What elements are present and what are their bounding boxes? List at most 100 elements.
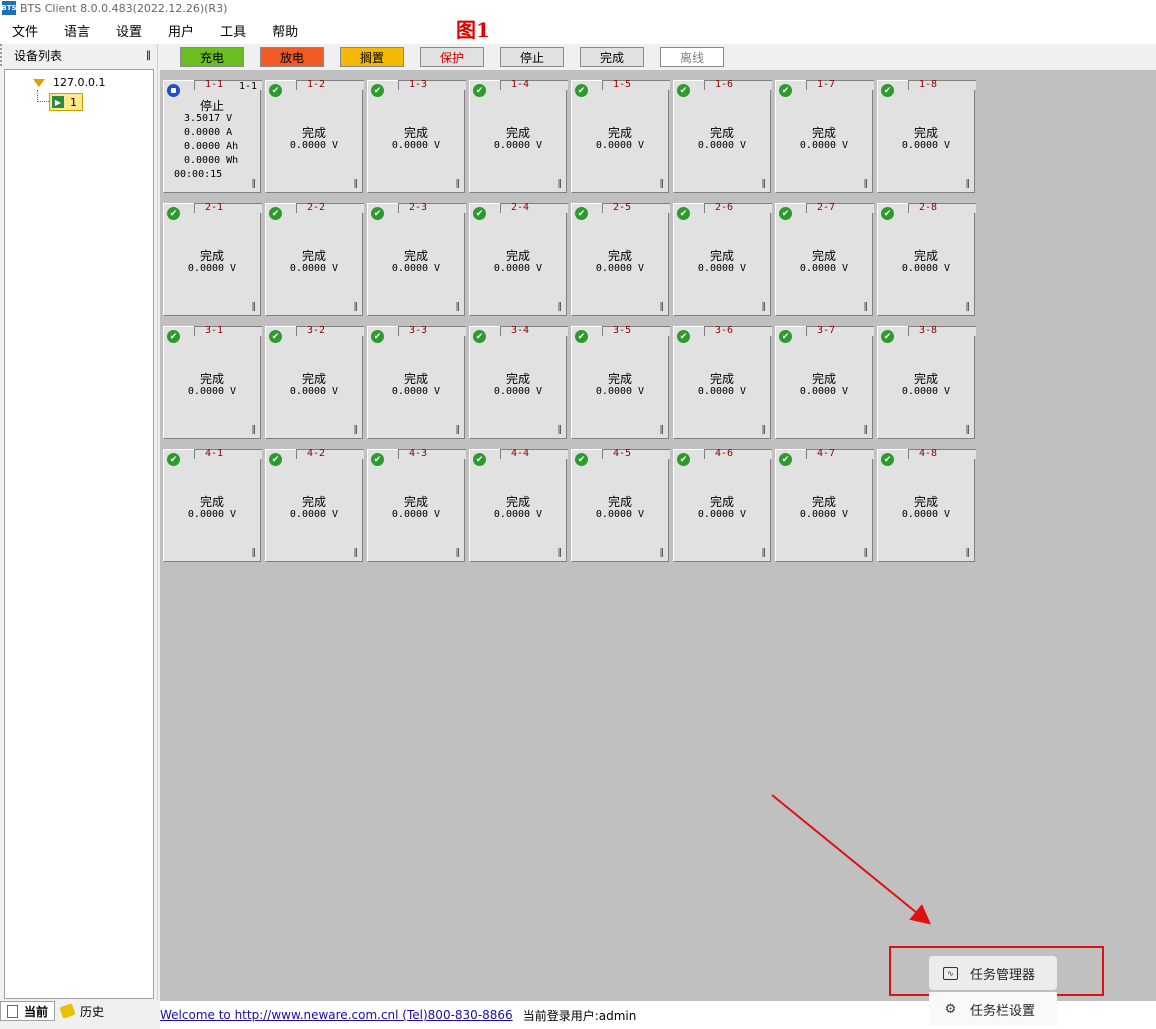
- pin-icon[interactable]: ‖: [864, 548, 869, 558]
- pin-icon[interactable]: ‖: [146, 50, 151, 61]
- menu-settings[interactable]: 设置: [116, 21, 142, 40]
- channel-cell[interactable]: 3-6 ✔ 完成 0.0000 V ‖: [673, 325, 772, 439]
- channel-id: 1-6: [714, 79, 734, 90]
- pin-icon[interactable]: ‖: [354, 302, 359, 312]
- check-icon: ✔: [473, 453, 486, 466]
- tree-node-device[interactable]: ▶ 1: [49, 93, 83, 111]
- pin-icon[interactable]: ‖: [864, 179, 869, 189]
- channel-cell[interactable]: 3-3 ✔ 完成 0.0000 V ‖: [367, 325, 466, 439]
- channel-voltage: 0.0000 V: [697, 509, 747, 520]
- channel-cell[interactable]: 2-2 ✔ 完成 0.0000 V ‖: [265, 202, 364, 316]
- channel-cell[interactable]: 3-7 ✔ 完成 0.0000 V ‖: [775, 325, 874, 439]
- pin-icon[interactable]: ‖: [354, 425, 359, 435]
- channel-cell[interactable]: 1-7 ✔ 完成 0.0000 V ‖: [775, 79, 874, 193]
- channel-cell[interactable]: 1-8 ✔ 完成 0.0000 V ‖: [877, 79, 976, 193]
- channel-cell[interactable]: 2-4 ✔ 完成 0.0000 V ‖: [469, 202, 568, 316]
- tab-history[interactable]: 历史: [55, 1001, 110, 1021]
- legend-item: 充电: [180, 47, 244, 67]
- channel-cell[interactable]: 2-7 ✔ 完成 0.0000 V ‖: [775, 202, 874, 316]
- channel-cell[interactable]: 2-3 ✔ 完成 0.0000 V ‖: [367, 202, 466, 316]
- pin-icon[interactable]: ‖: [558, 548, 563, 558]
- pin-icon[interactable]: ‖: [456, 179, 461, 189]
- channel-cell[interactable]: 4-1 ✔ 完成 0.0000 V ‖: [163, 448, 262, 562]
- channel-id: 3-6: [714, 325, 734, 336]
- channel-cell[interactable]: 2-8 ✔ 完成 0.0000 V ‖: [877, 202, 976, 316]
- pin-icon[interactable]: ‖: [456, 302, 461, 312]
- pin-icon[interactable]: ‖: [966, 548, 971, 558]
- pin-icon[interactable]: ‖: [762, 302, 767, 312]
- channel-id: 4-4: [510, 448, 530, 459]
- channel-state: 完成: [403, 495, 428, 509]
- check-icon: ✔: [677, 330, 690, 343]
- channel-id: 4-6: [714, 448, 734, 459]
- pin-icon[interactable]: ‖: [354, 548, 359, 558]
- channel-voltage: 0.0000 V: [493, 386, 543, 397]
- channel-cell[interactable]: 1-4 ✔ 完成 0.0000 V ‖: [469, 79, 568, 193]
- channel-id: 3-1: [204, 325, 224, 336]
- channel-id: 1-2: [306, 79, 326, 90]
- pin-icon[interactable]: ‖: [252, 302, 257, 312]
- channel-cell[interactable]: 1-2 ✔ 完成 0.0000 V ‖: [265, 79, 364, 193]
- title-bar: BTS BTS Client 8.0.0.483(2022.12.26)(R3): [0, 0, 1156, 16]
- pin-icon[interactable]: ‖: [252, 425, 257, 435]
- menu-file[interactable]: 文件: [12, 21, 38, 40]
- channel-cell[interactable]: 1-6 ✔ 完成 0.0000 V ‖: [673, 79, 772, 193]
- taskbar-settings-label: 任务栏设置: [970, 1003, 1036, 1019]
- channel-cell[interactable]: 3-8 ✔ 完成 0.0000 V ‖: [877, 325, 976, 439]
- pin-icon[interactable]: ‖: [456, 548, 461, 558]
- channel-cell[interactable]: 4-5 ✔ 完成 0.0000 V ‖: [571, 448, 670, 562]
- channel-cell[interactable]: 2-6 ✔ 完成 0.0000 V ‖: [673, 202, 772, 316]
- channel-cell[interactable]: 2-5 ✔ 完成 0.0000 V ‖: [571, 202, 670, 316]
- channel-cell[interactable]: 4-6 ✔ 完成 0.0000 V ‖: [673, 448, 772, 562]
- menu-help[interactable]: 帮助: [272, 21, 298, 40]
- channel-cell[interactable]: 4-2 ✔ 完成 0.0000 V ‖: [265, 448, 364, 562]
- channel-cell[interactable]: 3-4 ✔ 完成 0.0000 V ‖: [469, 325, 568, 439]
- channel-state: 完成: [505, 372, 530, 386]
- welcome-link[interactable]: Welcome to http://www.neware.com.cnl (Te…: [160, 1008, 513, 1022]
- channel-cell[interactable]: 1-5 ✔ 完成 0.0000 V ‖: [571, 79, 670, 193]
- channel-cell[interactable]: 4-7 ✔ 完成 0.0000 V ‖: [775, 448, 874, 562]
- tab-current[interactable]: 当前: [0, 1001, 56, 1021]
- pin-icon[interactable]: ‖: [762, 548, 767, 558]
- channel-cell[interactable]: 3-1 ✔ 完成 0.0000 V ‖: [163, 325, 262, 439]
- pin-icon[interactable]: ‖: [558, 302, 563, 312]
- menu-language[interactable]: 语言: [64, 21, 90, 40]
- menu-tools[interactable]: 工具: [220, 21, 246, 40]
- pin-icon[interactable]: ‖: [252, 548, 257, 558]
- channel-cell[interactable]: 1-3 ✔ 完成 0.0000 V ‖: [367, 79, 466, 193]
- check-icon: ✔: [779, 453, 792, 466]
- channel-id: 2-6: [714, 202, 734, 213]
- pin-icon[interactable]: ‖: [660, 425, 665, 435]
- pin-icon[interactable]: ‖: [558, 179, 563, 189]
- channel-state: 完成: [505, 126, 530, 140]
- pin-icon[interactable]: ‖: [966, 179, 971, 189]
- pin-icon[interactable]: ‖: [762, 425, 767, 435]
- pin-icon[interactable]: ‖: [966, 425, 971, 435]
- tree-node-server[interactable]: 127.0.0.1: [33, 76, 105, 89]
- channel-voltage: 0.0000 V: [493, 140, 543, 151]
- pin-icon[interactable]: ‖: [660, 179, 665, 189]
- channel-voltage: 0.0000 V: [391, 140, 441, 151]
- channel-state: 完成: [811, 495, 836, 509]
- menu-item-taskbar-settings[interactable]: ⚙ 任务栏设置: [929, 992, 1057, 1026]
- channel-cell[interactable]: 2-1 ✔ 完成 0.0000 V ‖: [163, 202, 262, 316]
- device-icon: ▶: [52, 96, 64, 108]
- channel-cell[interactable]: 4-8 ✔ 完成 0.0000 V ‖: [877, 448, 976, 562]
- pin-icon[interactable]: ‖: [660, 548, 665, 558]
- menu-item-task-manager[interactable]: ∿ 任务管理器: [929, 956, 1057, 990]
- pin-icon[interactable]: ‖: [864, 302, 869, 312]
- pin-icon[interactable]: ‖: [660, 302, 665, 312]
- pin-icon[interactable]: ‖: [558, 425, 563, 435]
- pin-icon[interactable]: ‖: [864, 425, 869, 435]
- pin-icon[interactable]: ‖: [456, 425, 461, 435]
- pin-icon[interactable]: ‖: [252, 179, 257, 189]
- channel-cell[interactable]: 3-2 ✔ 完成 0.0000 V ‖: [265, 325, 364, 439]
- menu-user[interactable]: 用户: [168, 21, 194, 40]
- pin-icon[interactable]: ‖: [762, 179, 767, 189]
- pin-icon[interactable]: ‖: [966, 302, 971, 312]
- channel-cell[interactable]: 4-4 ✔ 完成 0.0000 V ‖: [469, 448, 568, 562]
- channel-cell[interactable]: 3-5 ✔ 完成 0.0000 V ‖: [571, 325, 670, 439]
- channel-cell[interactable]: 1-1 1-1 停止 3.5017 V 0.0000 A 0.0000 Ah 0.0000 …: [163, 79, 262, 193]
- pin-icon[interactable]: ‖: [354, 179, 359, 189]
- channel-cell[interactable]: 4-3 ✔ 完成 0.0000 V ‖: [367, 448, 466, 562]
